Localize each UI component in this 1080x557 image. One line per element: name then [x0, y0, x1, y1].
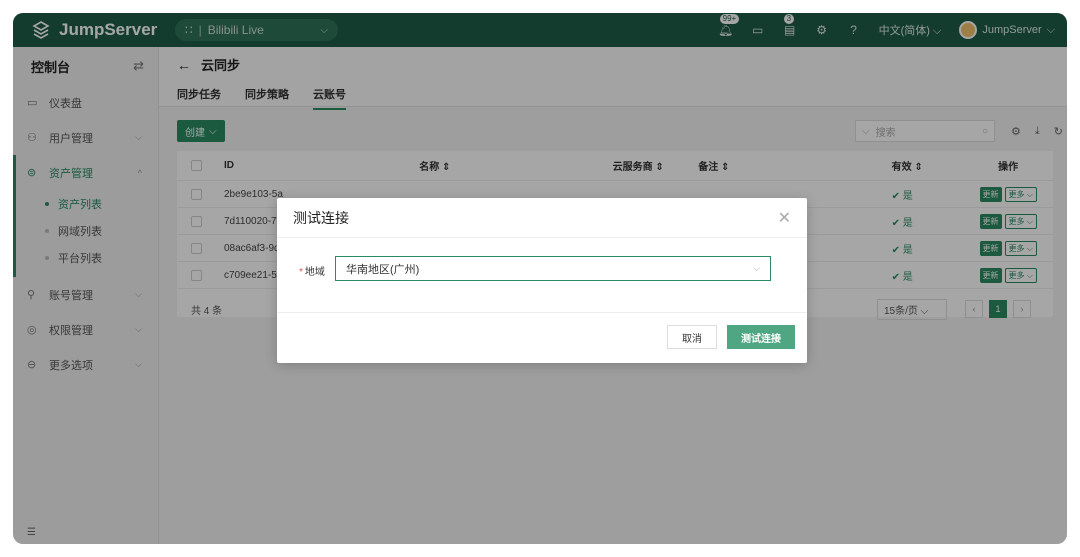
app-window: JumpServer ∷ | Bilibili Live ⌵ 🔔︎ 99+ ▭ … — [13, 13, 1067, 544]
close-icon[interactable]: ✕ — [778, 208, 791, 228]
dialog-body: * 地域 华南地区(广州) ⌵ — [277, 238, 807, 313]
dialog-title: 测试连接 — [293, 209, 349, 226]
dialog-header: 测试连接 ✕ — [277, 198, 807, 238]
region-label: * 地域 — [299, 267, 325, 278]
required-mark: * — [299, 267, 303, 278]
chevron-down-icon: ⌵ — [753, 263, 760, 273]
test-connection-dialog: 测试连接 ✕ * 地域 华南地区(广州) ⌵ 取消 测试连接 — [277, 198, 807, 363]
cancel-button[interactable]: 取消 — [667, 325, 717, 349]
region-value: 华南地区(广州) — [346, 263, 420, 276]
test-connection-button[interactable]: 测试连接 — [727, 325, 795, 349]
region-select[interactable]: 华南地区(广州) ⌵ — [335, 256, 771, 281]
dialog-footer: 取消 测试连接 — [277, 313, 807, 361]
